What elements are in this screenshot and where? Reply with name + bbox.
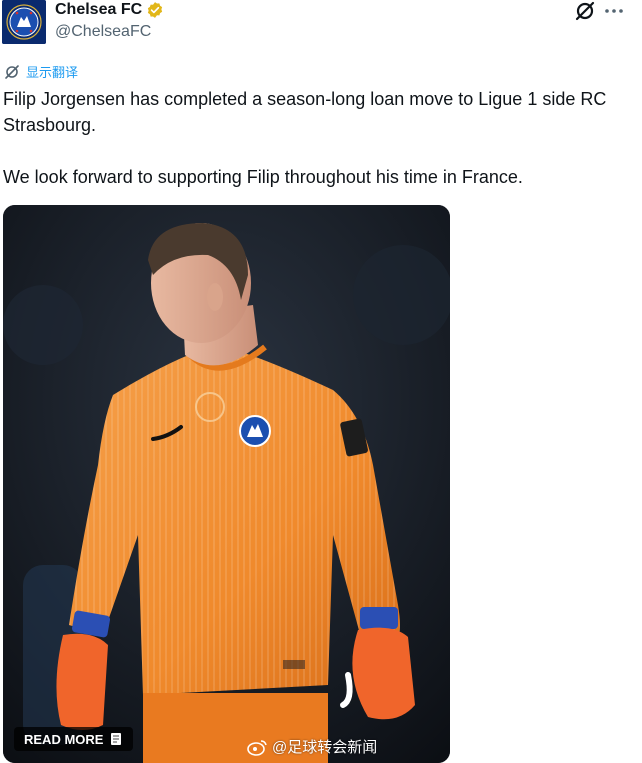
avatar[interactable] xyxy=(2,0,46,44)
weibo-watermark: @足球转会新闻 xyxy=(246,736,377,757)
weibo-icon xyxy=(246,738,268,756)
tweet-body: Filip Jorgensen has completed a season-l… xyxy=(3,86,633,190)
chelsea-crest-icon xyxy=(2,0,46,44)
document-icon xyxy=(109,732,123,746)
author-display-name[interactable]: Chelsea FC xyxy=(55,1,142,19)
more-options-icon[interactable] xyxy=(602,0,626,22)
author-name-row[interactable]: Chelsea FC xyxy=(55,1,164,19)
show-translation-label[interactable]: 显示翻译 xyxy=(26,62,78,81)
author-handle[interactable]: @ChelseaFC xyxy=(55,23,151,41)
watermark-text: @足球转会新闻 xyxy=(272,739,378,756)
grok-icon[interactable] xyxy=(574,0,596,22)
read-more-label[interactable]: READ MORE xyxy=(24,732,103,747)
read-more-button[interactable]: READ MORE xyxy=(14,727,134,751)
tweet-text-paragraph-2: We look forward to supporting Filip thro… xyxy=(3,167,523,187)
tweet-text-paragraph-1: Filip Jorgensen has completed a season-l… xyxy=(3,89,607,135)
show-translation-link[interactable]: 显示翻译 xyxy=(4,62,78,81)
player-photo xyxy=(3,205,450,763)
translate-icon xyxy=(4,64,20,80)
tweet-media-photo[interactable] xyxy=(3,205,450,763)
tweet-header: Chelsea FC @ChelseaFC xyxy=(0,0,642,52)
verified-badge-icon xyxy=(146,1,164,19)
